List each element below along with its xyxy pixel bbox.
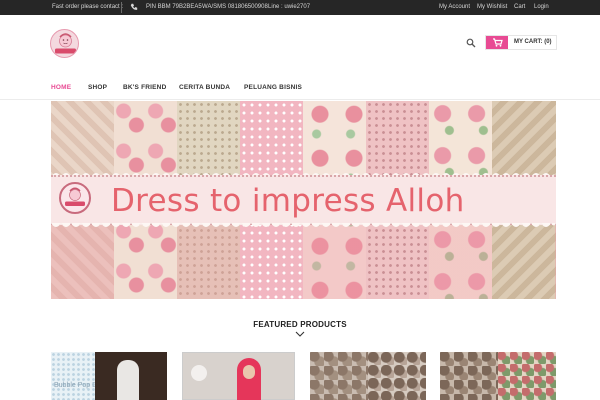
fabric-lower-row	[51, 225, 556, 299]
product-image-right	[95, 352, 167, 400]
product-image	[182, 352, 295, 400]
top-bar: Fast order please contact : PIN BBM 79B2…	[0, 0, 600, 15]
my-wishlist-link[interactable]: My Wishlist	[477, 4, 507, 10]
nav-item-home[interactable]: HOME	[51, 84, 71, 91]
inset-thumbnail	[191, 365, 207, 381]
hero-banner[interactable]: Dress to impress Alloh	[51, 101, 556, 299]
bbm-pin-text: PIN BBM 79B2BEA5	[146, 4, 202, 10]
nav-item-peluang-bisnis[interactable]: PELUANG BISNIS	[244, 84, 302, 91]
featured-products-title: FEATURED PRODUCTS	[253, 320, 347, 329]
cart-link[interactable]: Cart	[514, 4, 525, 10]
line-id-text: Line : uwie2707	[268, 4, 311, 10]
phone-icon	[130, 3, 138, 10]
cart-icon	[493, 38, 503, 47]
mini-cart-button[interactable]: MY CART: (0)	[485, 35, 557, 50]
banner-headline: Dress to impress Alloh	[111, 183, 465, 219]
product-card-4[interactable]	[440, 352, 556, 400]
product-image-right	[368, 352, 426, 400]
main-nav: HOME SHOP BK'S FRIEND CERITA BUNDA PELUA…	[0, 78, 600, 100]
product-image-right	[498, 352, 556, 400]
product-card-3[interactable]	[310, 352, 426, 400]
product-card-1[interactable]: Bubble Pop Drape	[51, 352, 167, 400]
nav-item-bks-friend[interactable]: BK'S FRIEND	[123, 84, 166, 91]
cart-label: MY CART: (0)	[514, 39, 552, 45]
nav-item-shop[interactable]: SHOP	[88, 84, 107, 91]
wa-sms-text: WA/SMS 081806500908	[202, 4, 268, 10]
face	[243, 365, 255, 379]
lace-trim-bottom	[51, 223, 556, 227]
search-icon[interactable]	[466, 38, 476, 48]
nav-item-cerita-bunda[interactable]: CERITA BUNDA	[179, 84, 230, 91]
site-logo[interactable]	[50, 29, 79, 58]
hijab-figure	[117, 360, 139, 400]
product-image-left: Bubble Pop Drape	[51, 352, 111, 400]
fast-order-text: Fast order please contact :	[52, 4, 124, 10]
chevron-down-icon	[295, 331, 305, 337]
product-image-left	[440, 352, 498, 400]
cart-icon-box	[486, 36, 508, 49]
product-image-left	[310, 352, 368, 400]
my-account-link[interactable]: My Account	[439, 4, 470, 10]
login-link[interactable]: Login	[534, 4, 549, 10]
banner-logo	[59, 182, 91, 214]
top-bar-divider	[121, 2, 122, 13]
product-card-2[interactable]	[182, 352, 295, 400]
banner-logo-graphic	[65, 187, 85, 206]
